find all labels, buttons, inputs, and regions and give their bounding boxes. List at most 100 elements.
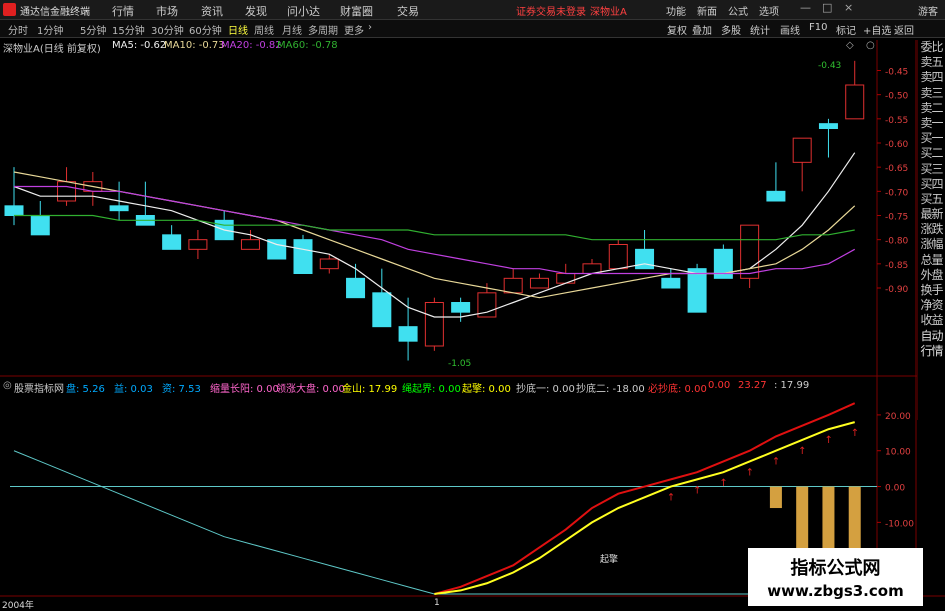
minimize-icon[interactable]: — (800, 1, 811, 14)
indicator-icon[interactable]: ◎ (3, 380, 12, 391)
candle-down (687, 268, 707, 313)
y-tick-label: 10.00 (885, 448, 911, 458)
period-tab-active[interactable]: 日线 (228, 22, 248, 37)
period-tab[interactable]: 周线 (254, 22, 274, 37)
tool-button[interactable]: 返回 (894, 22, 914, 37)
period-tab[interactable]: 1分钟 (37, 22, 63, 37)
side-panel-item[interactable]: 买五 (918, 192, 945, 207)
side-panel-item[interactable]: 最新 (918, 207, 945, 222)
chart-title: 深物业A(日线 前复权) (3, 44, 101, 55)
tool-button[interactable]: F10 (809, 22, 827, 33)
tool-button[interactable]: +自选 (863, 22, 891, 37)
candle-up (477, 292, 497, 318)
side-panel-item[interactable]: 总量 (918, 253, 945, 268)
candle-up (582, 263, 602, 275)
candle-down (766, 190, 786, 202)
y-tick-label: -0.55 (885, 116, 908, 126)
period-tab[interactable]: 分时 (8, 22, 28, 37)
side-panel-item[interactable]: 涨幅 (918, 237, 945, 252)
histogram-bar (769, 486, 782, 509)
candle-down (109, 205, 129, 212)
candle-down (346, 277, 366, 299)
side-panel-item[interactable]: 行情 (918, 344, 945, 359)
side-panel-item[interactable]: 委比 (918, 40, 945, 55)
candle-up (424, 302, 444, 347)
menu-item[interactable]: 资讯 (201, 3, 223, 19)
candle-down (372, 292, 392, 328)
menu-item[interactable]: 财富圈 (340, 3, 373, 19)
toolbar-button[interactable]: 新面 (697, 3, 717, 18)
ma-line (13, 171, 856, 299)
tool-button[interactable]: 画线 (780, 22, 800, 37)
sub-legend: ◎ 股票指标网 盘: 5.26 益: 0.03 资: 7.53 缩量长阳: 0.00 领… (0, 379, 880, 395)
menu-item[interactable]: 市场 (156, 3, 178, 19)
toolbar-button[interactable]: 公式 (728, 3, 748, 18)
maximize-icon[interactable]: □ (822, 1, 832, 14)
candle-up (57, 181, 77, 202)
toolbar-button[interactable]: 功能 (666, 3, 686, 18)
watermark-title: 指标公式网 (790, 558, 881, 579)
menu-item[interactable]: 问小达 (287, 3, 320, 19)
tool-button[interactable]: 统计 (750, 22, 770, 37)
side-panel-item[interactable]: 卖三 (918, 86, 945, 101)
candle-up (83, 181, 103, 192)
chevron-right-icon[interactable]: › (368, 22, 372, 33)
high-annotation: -0.43 (818, 61, 841, 71)
tool-button[interactable]: 多股 (721, 22, 741, 37)
side-panel-item[interactable]: 卖五 (918, 55, 945, 70)
period-tab[interactable]: 5分钟 (80, 22, 106, 37)
period-tab[interactable]: 更多 (344, 22, 364, 37)
ma10-legend: MA10: -0.73 (164, 40, 225, 51)
menu-item[interactable]: 交易 (397, 3, 419, 19)
side-panel-item[interactable]: 买三 (918, 162, 945, 177)
menu-item[interactable]: 行情 (112, 3, 134, 19)
indicator-value: 绳起界: 0.00 (402, 384, 461, 395)
y-tick-label: -0.65 (885, 164, 908, 174)
side-panel-item[interactable]: 卖二 (918, 101, 945, 116)
side-panel-item[interactable]: 自动 (918, 329, 945, 344)
period-tab[interactable]: 多周期 (308, 22, 338, 37)
indicator-value: 抄底一: 0.00 (516, 384, 575, 395)
side-panel-item[interactable]: 买四 (918, 177, 945, 192)
candle-down (661, 277, 681, 289)
side-panel-item[interactable]: 卖四 (918, 70, 945, 85)
login-status[interactable]: 证券交易未登录 (516, 3, 586, 18)
menu-item[interactable]: 发现 (245, 3, 267, 19)
chart-options-icon[interactable]: ◇ (846, 40, 854, 51)
ma20-legend: MA20: -0.82 (221, 40, 282, 51)
side-panel-item[interactable]: 涨跌 (918, 222, 945, 237)
candle-up (240, 239, 260, 250)
app-title: 通达信金融终端 (20, 7, 90, 18)
tool-button[interactable]: 复权 (667, 22, 687, 37)
histogram-bar (822, 486, 835, 552)
candle-up (188, 239, 208, 250)
side-panel-item[interactable]: 卖一 (918, 116, 945, 131)
tool-button[interactable]: 叠加 (692, 22, 712, 37)
period-tab[interactable]: 15分钟 (112, 22, 145, 37)
histogram-bar (848, 486, 861, 552)
side-panel-item[interactable]: 收益 (918, 313, 945, 328)
close-icon[interactable]: × (844, 1, 853, 14)
user-label[interactable]: 游客 (918, 3, 938, 18)
toolbar-button[interactable]: 选项 (759, 3, 779, 18)
candlestick-chart[interactable]: -0.45 -0.50 -0.55 -0.60 -0.65 -0.70 -0.75 -0.80… (0, 0, 945, 609)
period-tab[interactable]: 月线 (282, 22, 302, 37)
signal-label: 起擎 (600, 553, 618, 565)
candle-down (398, 326, 418, 342)
side-panel-item[interactable]: 买一 (918, 131, 945, 146)
period-tab[interactable]: 30分钟 (151, 22, 184, 37)
side-panel-item[interactable]: 外盘 (918, 268, 945, 283)
side-panel-item[interactable]: 买二 (918, 146, 945, 161)
candle-up (608, 244, 628, 270)
candle-up (740, 224, 760, 279)
side-panel-item[interactable]: 换手 (918, 283, 945, 298)
candle-up (556, 273, 576, 284)
period-tab[interactable]: 60分钟 (189, 22, 222, 37)
side-panel-item[interactable]: 净资 (918, 298, 945, 313)
year-label: 2004年 (2, 601, 34, 611)
candle-up (319, 258, 339, 270)
quote-side-panel: 委比 卖五 卖四 卖三 卖二 卖一 买一 买二 买三 买四 买五 最新 涨跌 涨幅 总量 外盘 换手 净资 收益 自动… (917, 40, 945, 420)
tool-button[interactable]: 标记 (836, 22, 856, 37)
close-icon[interactable]: ○ (866, 40, 875, 51)
indicator-value: 必抄底: 0.00 (648, 384, 707, 395)
